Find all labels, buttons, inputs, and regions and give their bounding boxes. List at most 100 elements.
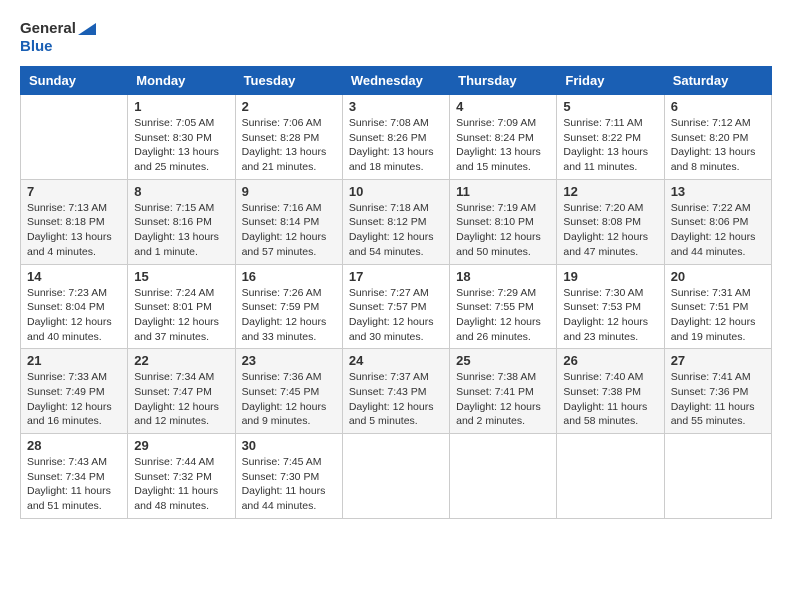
calendar-cell: 28 Sunrise: 7:43 AMSunset: 7:34 PMDayligh… [21, 434, 128, 519]
calendar-cell: 19 Sunrise: 7:30 AMSunset: 7:53 PMDayligh… [557, 264, 664, 349]
day-number: 27 [671, 353, 765, 368]
calendar-cell [664, 434, 771, 519]
calendar-cell: 13 Sunrise: 7:22 AMSunset: 8:06 PMDayligh… [664, 179, 771, 264]
calendar-week-row: 7 Sunrise: 7:13 AMSunset: 8:18 PMDaylight… [21, 179, 772, 264]
day-info: Sunrise: 7:22 AMSunset: 8:06 PMDaylight:… [671, 201, 765, 260]
calendar-cell: 8 Sunrise: 7:15 AMSunset: 8:16 PMDaylight… [128, 179, 235, 264]
day-info: Sunrise: 7:15 AMSunset: 8:16 PMDaylight:… [134, 201, 228, 260]
calendar-cell: 20 Sunrise: 7:31 AMSunset: 7:51 PMDayligh… [664, 264, 771, 349]
day-info: Sunrise: 7:31 AMSunset: 7:51 PMDaylight:… [671, 286, 765, 345]
day-info: Sunrise: 7:05 AMSunset: 8:30 PMDaylight:… [134, 116, 228, 175]
day-info: Sunrise: 7:13 AMSunset: 8:18 PMDaylight:… [27, 201, 121, 260]
day-of-week-header: Saturday [664, 67, 771, 95]
calendar-cell: 23 Sunrise: 7:36 AMSunset: 7:45 PMDayligh… [235, 349, 342, 434]
day-number: 7 [27, 184, 121, 199]
day-number: 4 [456, 99, 550, 114]
calendar-cell: 27 Sunrise: 7:41 AMSunset: 7:36 PMDayligh… [664, 349, 771, 434]
day-number: 24 [349, 353, 443, 368]
calendar-cell: 16 Sunrise: 7:26 AMSunset: 7:59 PMDayligh… [235, 264, 342, 349]
day-info: Sunrise: 7:45 AMSunset: 7:30 PMDaylight:… [242, 455, 336, 514]
day-info: Sunrise: 7:23 AMSunset: 8:04 PMDaylight:… [27, 286, 121, 345]
calendar-cell: 2Sunrise: 7:06 AMSunset: 8:28 PMDaylight… [235, 95, 342, 180]
day-info: Sunrise: 7:37 AMSunset: 7:43 PMDaylight:… [349, 370, 443, 429]
day-number: 9 [242, 184, 336, 199]
calendar-cell: 17 Sunrise: 7:27 AMSunset: 7:57 PMDayligh… [342, 264, 449, 349]
day-info: Sunrise: 7:41 AMSunset: 7:36 PMDaylight:… [671, 370, 765, 429]
day-info: Sunrise: 7:20 AMSunset: 8:08 PMDaylight:… [563, 201, 657, 260]
logo-general: General [20, 20, 76, 37]
calendar-cell: 10 Sunrise: 7:18 AMSunset: 8:12 PMDayligh… [342, 179, 449, 264]
calendar-cell: 18 Sunrise: 7:29 AMSunset: 7:55 PMDayligh… [450, 264, 557, 349]
day-of-week-header: Thursday [450, 67, 557, 95]
day-of-week-header: Tuesday [235, 67, 342, 95]
calendar-cell: 26Sunrise: 7:40 AMSunset: 7:38 PMDayligh… [557, 349, 664, 434]
day-info: Sunrise: 7:38 AMSunset: 7:41 PMDaylight:… [456, 370, 550, 429]
calendar-cell: 25Sunrise: 7:38 AMSunset: 7:41 PMDayligh… [450, 349, 557, 434]
day-of-week-header: Wednesday [342, 67, 449, 95]
day-info: Sunrise: 7:18 AMSunset: 8:12 PMDaylight:… [349, 201, 443, 260]
calendar-week-row: 21 Sunrise: 7:33 AMSunset: 7:49 PMDayligh… [21, 349, 772, 434]
logo-text: General Blue [20, 20, 96, 56]
day-info: Sunrise: 7:29 AMSunset: 7:55 PMDaylight:… [456, 286, 550, 345]
calendar-cell: 29 Sunrise: 7:44 AMSunset: 7:32 PMDayligh… [128, 434, 235, 519]
day-number: 15 [134, 269, 228, 284]
calendar-week-row: 14 Sunrise: 7:23 AMSunset: 8:04 PMDayligh… [21, 264, 772, 349]
day-info: Sunrise: 7:34 AMSunset: 7:47 PMDaylight:… [134, 370, 228, 429]
calendar-cell: 12 Sunrise: 7:20 AMSunset: 8:08 PMDayligh… [557, 179, 664, 264]
day-info: Sunrise: 7:27 AMSunset: 7:57 PMDaylight:… [349, 286, 443, 345]
calendar-week-row: 28 Sunrise: 7:43 AMSunset: 7:34 PMDayligh… [21, 434, 772, 519]
day-number: 1 [134, 99, 228, 114]
day-number: 22 [134, 353, 228, 368]
day-number: 18 [456, 269, 550, 284]
day-number: 12 [563, 184, 657, 199]
day-number: 26 [563, 353, 657, 368]
day-info: Sunrise: 7:11 AMSunset: 8:22 PMDaylight:… [563, 116, 657, 175]
calendar-cell: 30 Sunrise: 7:45 AMSunset: 7:30 PMDayligh… [235, 434, 342, 519]
day-info: Sunrise: 7:33 AMSunset: 7:49 PMDaylight:… [27, 370, 121, 429]
calendar-header-row: SundayMondayTuesdayWednesdayThursdayFrid… [21, 67, 772, 95]
day-of-week-header: Monday [128, 67, 235, 95]
day-number: 3 [349, 99, 443, 114]
calendar-cell: 1 Sunrise: 7:05 AMSunset: 8:30 PMDaylight… [128, 95, 235, 180]
calendar-cell: 21 Sunrise: 7:33 AMSunset: 7:49 PMDayligh… [21, 349, 128, 434]
day-number: 21 [27, 353, 121, 368]
day-number: 30 [242, 438, 336, 453]
calendar-cell [21, 95, 128, 180]
day-info: Sunrise: 7:26 AMSunset: 7:59 PMDaylight:… [242, 286, 336, 345]
day-number: 28 [27, 438, 121, 453]
day-info: Sunrise: 7:08 AMSunset: 8:26 PMDaylight:… [349, 116, 443, 175]
header: General Blue [20, 20, 772, 56]
day-number: 23 [242, 353, 336, 368]
calendar: SundayMondayTuesdayWednesdayThursdayFrid… [20, 66, 772, 519]
day-number: 19 [563, 269, 657, 284]
day-number: 17 [349, 269, 443, 284]
day-number: 10 [349, 184, 443, 199]
day-number: 16 [242, 269, 336, 284]
day-number: 2 [242, 99, 336, 114]
day-number: 29 [134, 438, 228, 453]
day-info: Sunrise: 7:44 AMSunset: 7:32 PMDaylight:… [134, 455, 228, 514]
calendar-cell: 9 Sunrise: 7:16 AMSunset: 8:14 PMDaylight… [235, 179, 342, 264]
day-info: Sunrise: 7:30 AMSunset: 7:53 PMDaylight:… [563, 286, 657, 345]
day-info: Sunrise: 7:16 AMSunset: 8:14 PMDaylight:… [242, 201, 336, 260]
day-of-week-header: Friday [557, 67, 664, 95]
logo: General Blue [20, 20, 96, 56]
day-info: Sunrise: 7:36 AMSunset: 7:45 PMDaylight:… [242, 370, 336, 429]
calendar-cell: 5Sunrise: 7:11 AMSunset: 8:22 PMDaylight… [557, 95, 664, 180]
calendar-cell [450, 434, 557, 519]
day-number: 13 [671, 184, 765, 199]
calendar-cell: 6Sunrise: 7:12 AMSunset: 8:20 PMDaylight… [664, 95, 771, 180]
day-info: Sunrise: 7:43 AMSunset: 7:34 PMDaylight:… [27, 455, 121, 514]
day-number: 11 [456, 184, 550, 199]
calendar-cell [342, 434, 449, 519]
day-info: Sunrise: 7:24 AMSunset: 8:01 PMDaylight:… [134, 286, 228, 345]
calendar-cell: 4 Sunrise: 7:09 AMSunset: 8:24 PMDaylight… [450, 95, 557, 180]
calendar-week-row: 1 Sunrise: 7:05 AMSunset: 8:30 PMDaylight… [21, 95, 772, 180]
day-of-week-header: Sunday [21, 67, 128, 95]
day-info: Sunrise: 7:12 AMSunset: 8:20 PMDaylight:… [671, 116, 765, 175]
day-info: Sunrise: 7:09 AMSunset: 8:24 PMDaylight:… [456, 116, 550, 175]
calendar-cell: 11Sunrise: 7:19 AMSunset: 8:10 PMDayligh… [450, 179, 557, 264]
day-number: 20 [671, 269, 765, 284]
day-number: 14 [27, 269, 121, 284]
day-number: 8 [134, 184, 228, 199]
